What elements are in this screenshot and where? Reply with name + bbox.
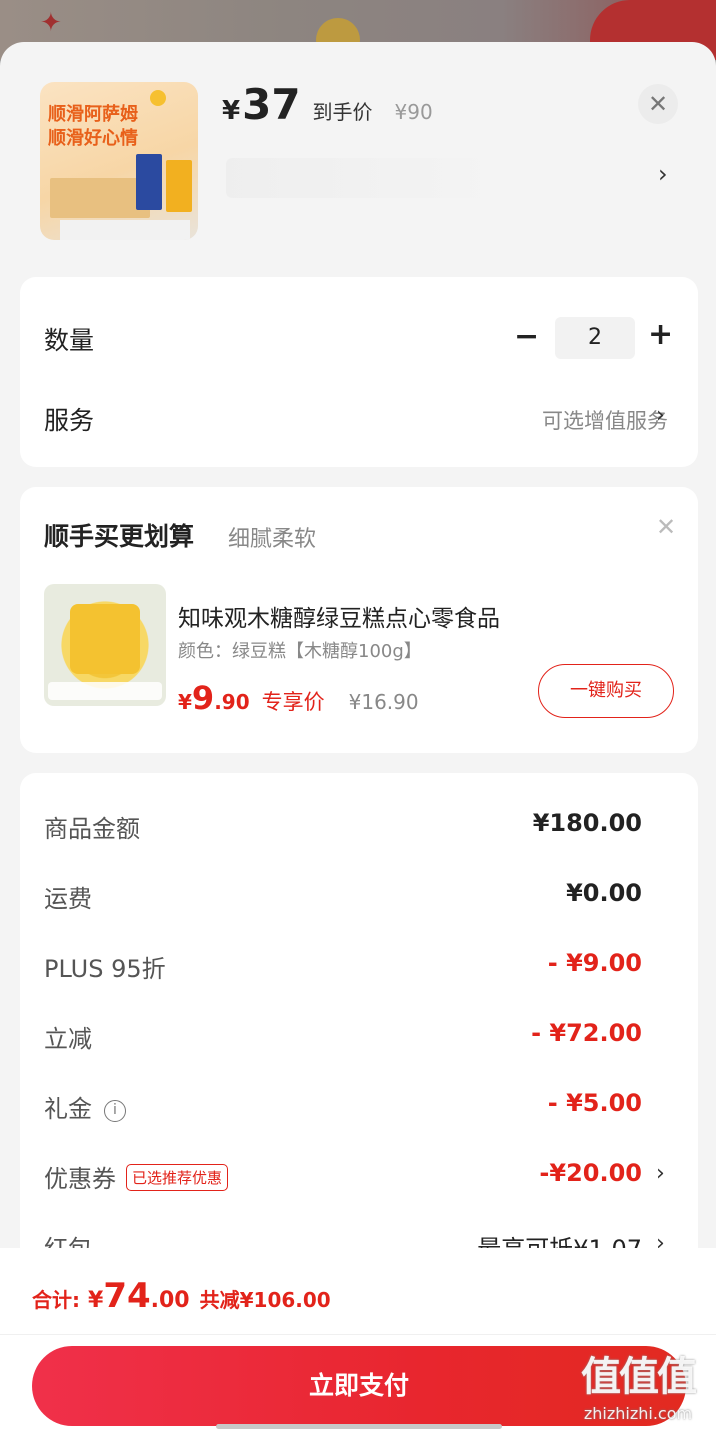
total-dec: .00 xyxy=(150,1288,190,1313)
close-icon[interactable]: ✕ xyxy=(656,513,676,541)
chevron-right-icon[interactable]: › xyxy=(656,1161,665,1186)
quantity-minus-button[interactable]: − xyxy=(514,319,539,354)
upsell-price-tag: 专享价 xyxy=(261,690,325,714)
original-price: ¥90 xyxy=(394,100,433,124)
total-label: 合计: xyxy=(32,1288,80,1312)
upsell-original-price: ¥16.90 xyxy=(348,690,419,714)
upsell-product-spec: 颜色：绿豆糕【木糖醇100g】 xyxy=(178,641,422,662)
upsell-card: 顺手买更划算 细腻柔软 ✕ 知味观木糖醇绿豆糕点心零食品 颜色：绿豆糕【木糖醇1… xyxy=(20,487,698,753)
service-label: 服务 xyxy=(44,406,95,435)
summary-label: 运费 xyxy=(44,885,92,913)
quantity-label: 数量 xyxy=(44,326,95,355)
brand-logo: ✦ xyxy=(40,8,62,38)
order-total: 合计: ¥ 74 .00 共减¥106.00 xyxy=(32,1276,331,1316)
price-tag: 到手价 xyxy=(312,100,373,124)
summary-row-coupon[interactable]: 优惠券 已选推荐优惠 -¥20.00 › xyxy=(20,1159,698,1199)
watermark: 值值值 zhizhizhi.com xyxy=(560,1344,716,1432)
quantity-service-card: 数量 − 2 + 服务 可选增值服务 › xyxy=(20,277,698,467)
total-int: 74 xyxy=(103,1276,151,1316)
sun-graphic xyxy=(150,90,166,106)
summary-value: - ¥72.00 xyxy=(531,1019,642,1047)
one-click-buy-button[interactable]: 一键购买 xyxy=(538,664,674,718)
product-thumbnail: 顺滑阿萨姆 顺滑好心情 xyxy=(40,82,198,240)
summary-value: ¥180.00 xyxy=(532,809,642,837)
close-button[interactable]: ✕ xyxy=(638,84,678,124)
thumbnail-slogan-1: 顺滑阿萨姆 xyxy=(48,104,138,125)
price-summary-card: 商品金额 ¥180.00 运费 ¥0.00 PLUS 95折 - ¥9.00 立… xyxy=(20,773,698,1273)
summary-row: 商品金额 ¥180.00 xyxy=(20,809,698,849)
info-icon[interactable]: i xyxy=(104,1100,126,1122)
total-saved: 共减¥106.00 xyxy=(199,1288,331,1312)
upsell-product-image[interactable] xyxy=(44,584,166,706)
summary-row: PLUS 95折 - ¥9.00 xyxy=(20,949,698,989)
thumbnail-slogan-2: 顺滑好心情 xyxy=(48,128,138,149)
service-option-link[interactable]: 可选增值服务 xyxy=(542,405,668,435)
image-label-graphic xyxy=(48,682,162,700)
summary-value: ¥0.00 xyxy=(566,879,642,907)
upsell-price-int: 9 xyxy=(191,679,215,717)
summary-label: 立减 xyxy=(44,1025,92,1053)
spec-selector[interactable] xyxy=(226,158,506,198)
product-pack-graphic xyxy=(136,154,162,210)
summary-value: - ¥5.00 xyxy=(547,1089,642,1117)
summary-label-gift: 礼金 i xyxy=(44,1089,126,1124)
upsell-subtitle: 细腻柔软 xyxy=(228,527,317,552)
summary-row: 立减 - ¥72.00 xyxy=(20,1019,698,1059)
product-pack-graphic xyxy=(166,160,192,212)
upsell-price-currency: ¥ xyxy=(178,690,192,714)
product-base-graphic xyxy=(60,220,190,240)
price-value: 37 xyxy=(242,80,301,129)
upsell-title: 顺手买更划算 xyxy=(44,522,195,551)
coupon-selected-tag: 已选推荐优惠 xyxy=(126,1164,229,1191)
cake-graphic xyxy=(70,604,140,674)
summary-value: -¥20.00 xyxy=(539,1159,642,1187)
checkout-sheet: 顺滑阿萨姆 顺滑好心情 ¥ 37 到手价 ¥90 ✕ › 数量 − 2 + 服务… xyxy=(0,42,716,1432)
total-currency: ¥ xyxy=(88,1288,104,1313)
upsell-product-name[interactable]: 知味观木糖醇绿豆糕点心零食品 xyxy=(178,599,500,633)
summary-label: PLUS 95折 xyxy=(44,955,166,983)
divider xyxy=(0,1334,716,1335)
summary-row: 礼金 i - ¥5.00 xyxy=(20,1089,698,1129)
upsell-price-dec: .90 xyxy=(214,690,250,714)
summary-label-text: 礼金 xyxy=(44,1095,92,1123)
chevron-right-icon[interactable]: › xyxy=(658,160,668,188)
upsell-price: ¥ 9 .90 专享价 ¥16.90 xyxy=(178,679,419,717)
price-currency: ¥ xyxy=(222,96,241,126)
watermark-logo: 值值值 xyxy=(581,1354,697,1400)
close-icon: ✕ xyxy=(647,90,669,118)
home-indicator[interactable] xyxy=(216,1424,502,1429)
summary-label-text: 优惠券 xyxy=(44,1165,116,1193)
quantity-plus-button[interactable]: + xyxy=(648,317,673,352)
summary-row: 运费 ¥0.00 xyxy=(20,879,698,919)
quantity-stepper[interactable]: 2 xyxy=(555,317,635,359)
chevron-right-icon[interactable]: › xyxy=(656,403,665,428)
summary-label-coupon: 优惠券 已选推荐优惠 xyxy=(44,1159,229,1194)
product-price: ¥ 37 到手价 ¥90 xyxy=(222,80,433,132)
watermark-site: zhizhizhi.com xyxy=(583,1404,693,1423)
summary-value: - ¥9.00 xyxy=(547,949,642,977)
product-box-graphic xyxy=(50,178,150,218)
summary-label: 商品金额 xyxy=(44,815,140,843)
